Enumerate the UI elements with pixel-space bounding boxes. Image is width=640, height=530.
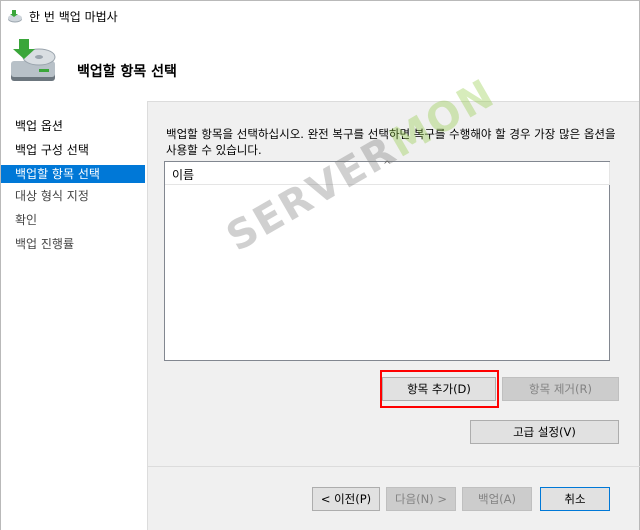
cancel-button[interactable]: 취소 xyxy=(540,487,610,511)
backup-app-icon xyxy=(8,10,22,23)
list-column-header[interactable]: 이름 ^ xyxy=(165,160,610,185)
nav-item-backup-configuration[interactable]: 백업 구성 선택 xyxy=(1,141,145,159)
nav-item-backup-options[interactable]: 백업 옵션 xyxy=(1,117,145,135)
backup-button[interactable]: 백업(A) xyxy=(462,487,532,511)
nav-item-select-items[interactable]: 백업할 항목 선택 xyxy=(1,165,145,183)
instruction-text: 백업할 항목을 선택하십시오. 완전 복구를 선택하면 복구를 수행해야 할 경… xyxy=(166,127,616,157)
backup-drive-icon xyxy=(11,39,56,81)
footer-divider xyxy=(148,466,640,467)
backup-wizard-window: 한 번 백업 마법사 백업할 항목 선택 백업 옵션 백업 구성 선택 백업할 … xyxy=(0,0,640,530)
column-name-label: 이름 xyxy=(172,168,195,182)
wizard-steps-nav: 백업 옵션 백업 구성 선택 백업할 항목 선택 대상 형식 지정 확인 백업 … xyxy=(1,101,147,530)
nav-item-destination-type[interactable]: 대상 형식 지정 xyxy=(1,187,145,205)
window-title: 한 번 백업 마법사 xyxy=(29,9,118,24)
nav-item-backup-progress[interactable]: 백업 진행률 xyxy=(1,235,145,253)
wizard-content: 백업할 항목을 선택하십시오. 완전 복구를 선택하면 복구를 수행해야 할 경… xyxy=(147,101,640,530)
wizard-header: 백업할 항목 선택 xyxy=(1,31,639,101)
sort-ascending-icon: ^ xyxy=(383,160,392,171)
advanced-settings-button[interactable]: 고급 설정(V) xyxy=(470,420,619,444)
backup-items-list[interactable]: 이름 ^ xyxy=(164,160,610,361)
add-item-button[interactable]: 항목 추가(D) xyxy=(382,377,496,401)
page-title: 백업할 항목 선택 xyxy=(77,64,177,80)
remove-item-button[interactable]: 항목 제거(R) xyxy=(502,377,619,401)
column-divider xyxy=(609,162,610,185)
title-bar: 한 번 백업 마법사 xyxy=(1,1,639,31)
previous-button[interactable]: < 이전(P) xyxy=(312,487,380,511)
nav-item-confirmation[interactable]: 확인 xyxy=(1,211,145,229)
next-button[interactable]: 다음(N) > xyxy=(386,487,456,511)
